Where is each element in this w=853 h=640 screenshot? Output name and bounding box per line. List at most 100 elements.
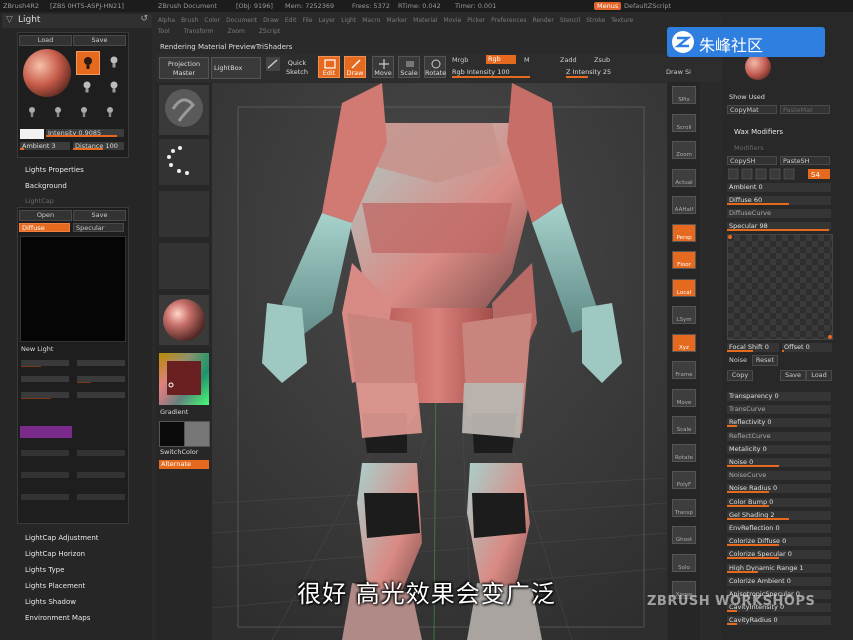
material-preview-sphere[interactable]	[745, 54, 771, 80]
material-thumb[interactable]	[159, 295, 209, 345]
light-bulb-3-icon[interactable]	[76, 77, 98, 97]
curve-save-button[interactable]: Save	[780, 370, 806, 381]
cavity-radius-slider[interactable]: CavityRadius 0	[727, 616, 831, 626]
shelf-ghost-button[interactable]: Ghost	[672, 526, 696, 544]
lightcap-open-button[interactable]: Open	[19, 210, 72, 221]
focal-shift-slider[interactable]: Focal Shift 0	[727, 343, 779, 352]
load-button[interactable]: Load	[19, 35, 72, 46]
reflectivity-slider[interactable]: Reflectivity 0	[727, 418, 831, 428]
diffuse-tab[interactable]: Diffuse	[19, 223, 70, 232]
colorize-diffuse-slider[interactable]: Colorize Diffuse 0	[727, 537, 831, 547]
menu-macro[interactable]: Macro	[362, 17, 380, 24]
alpha-thumb[interactable]	[159, 191, 209, 237]
3d-viewport[interactable]	[212, 83, 667, 640]
z-intensity-slider[interactable]: Z Intensity 25	[566, 68, 636, 78]
secondary-color-swatch[interactable]	[184, 421, 210, 447]
menu-zscript[interactable]: ZScript	[259, 28, 281, 35]
modifiers-item[interactable]: Modifiers	[734, 144, 764, 152]
ambient-slider-right[interactable]: Ambient 0	[727, 183, 831, 192]
menu-layer[interactable]: Layer	[319, 17, 336, 24]
zadd-button[interactable]: Zadd	[560, 56, 577, 64]
menu-light[interactable]: Light	[341, 17, 356, 24]
shelf-rotate-button[interactable]: Rotate	[672, 443, 696, 462]
noise-curve-button[interactable]: Noise	[729, 356, 747, 364]
menu-zoom[interactable]: Zoom	[228, 28, 245, 35]
menu-alpha[interactable]: Alpha	[158, 17, 175, 24]
quick-sketch-button[interactable]: Quick Sketch	[282, 57, 312, 79]
lightcap-adjustment-item[interactable]: LightCap Adjustment	[25, 534, 99, 542]
offset-slider[interactable]: Offset 0	[782, 343, 832, 352]
light-bulb-2-icon[interactable]	[103, 51, 125, 73]
lightcap-color-swatch[interactable]	[20, 426, 72, 438]
shelf-lsym-button[interactable]: LSym	[672, 306, 696, 324]
menu-brush[interactable]: Brush	[181, 17, 198, 24]
current-brush-thumb[interactable]	[159, 85, 209, 135]
lightcap-preview[interactable]	[20, 236, 126, 342]
colorize-specular-slider[interactable]: Colorize Specular 0	[727, 550, 831, 560]
shelf-solo-button[interactable]: Solo	[672, 553, 696, 572]
gradient-button[interactable]: Gradient	[160, 408, 188, 416]
projection-master-button[interactable]: Projection Master	[159, 57, 209, 79]
switchcolor-button[interactable]: SwitchColor	[160, 448, 198, 456]
menu-transform[interactable]: Transform	[184, 28, 214, 35]
shelf-aahalf-button[interactable]: AAHalf	[672, 196, 696, 214]
specular-curve-editor[interactable]	[727, 234, 833, 340]
lightcap-save-button[interactable]: Save	[73, 210, 126, 221]
transcurve-button[interactable]: TransCurve	[727, 405, 831, 415]
copy-button[interactable]: Copy	[727, 370, 753, 381]
distance-slider[interactable]: Distance 100	[73, 142, 124, 150]
diffusecurve-button[interactable]: DiffuseCurve	[727, 209, 831, 218]
menu-preferences[interactable]: Preferences	[491, 17, 526, 24]
shelf-scroll-button[interactable]: Scroll	[672, 113, 696, 132]
draw-button[interactable]: Draw	[344, 56, 366, 78]
wax-modifiers-item[interactable]: Wax Modifiers	[734, 128, 783, 136]
show-used-button[interactable]: Show Used	[729, 93, 765, 101]
menu-edit[interactable]: Edit	[285, 17, 297, 24]
noisecurve-button[interactable]: NoiseCurve	[727, 471, 831, 481]
menu-material[interactable]: Material	[413, 17, 437, 24]
color-picker[interactable]	[159, 353, 209, 405]
specular-tab[interactable]: Specular	[73, 223, 124, 232]
lightcap-horizon-item[interactable]: LightCap Horizon	[25, 550, 85, 558]
noise-slider[interactable]: Noise 0	[727, 458, 831, 467]
background-item[interactable]: Background	[25, 182, 67, 190]
shelf-persp-button[interactable]: Persp	[672, 223, 696, 242]
envreflection-slider[interactable]: EnvReflection 0	[727, 524, 831, 533]
lights-properties-item[interactable]: Lights Properties	[25, 166, 84, 174]
specular-slider[interactable]: Specular 98	[727, 222, 831, 231]
texture-thumb[interactable]	[159, 243, 209, 289]
menu-color[interactable]: Color	[204, 17, 220, 24]
menu-stroke[interactable]: Stroke	[586, 17, 605, 24]
light-bulb-1-icon[interactable]	[76, 51, 100, 75]
copymat-button[interactable]: CopyMat	[727, 105, 777, 114]
refresh-icon[interactable]: ↺	[140, 14, 148, 24]
menus-button[interactable]: Menus	[594, 2, 622, 10]
edit-button[interactable]: Edit	[318, 56, 340, 78]
shelf-actual-button[interactable]: Actual	[672, 168, 696, 187]
menu-marker[interactable]: Marker	[386, 17, 407, 24]
draw-size-slider[interactable]: Draw Si	[666, 68, 691, 76]
shelf-frame-button[interactable]: Frame	[672, 361, 696, 379]
save-button[interactable]: Save	[73, 35, 126, 46]
shelf-local-button[interactable]: Local	[672, 278, 696, 297]
shelf-polyf-button[interactable]: PolyF	[672, 471, 696, 489]
pastesh-button[interactable]: PasteSH	[780, 156, 830, 165]
ambient-slider[interactable]: Ambient 3	[20, 142, 70, 150]
shelf-floor-button[interactable]: Floor	[672, 251, 696, 269]
menu-tool[interactable]: Tool	[158, 28, 170, 35]
menu-file[interactable]: File	[302, 17, 312, 24]
light-palette-header[interactable]: ▽ Light ↺	[2, 14, 152, 28]
copysh-button[interactable]: CopySH	[727, 156, 777, 165]
lights-type-item[interactable]: Lights Type	[25, 566, 64, 574]
menu-draw[interactable]: Draw	[263, 17, 279, 24]
color-bump-slider[interactable]: Color Bump 0	[727, 497, 831, 507]
pastemat-button[interactable]: PasteMat	[780, 105, 830, 114]
menu-texture[interactable]: Texture	[611, 17, 633, 24]
reflectcurve-button[interactable]: ReflectCurve	[727, 431, 831, 441]
menu-stencil[interactable]: Stencil	[560, 17, 580, 24]
stroke-thumb[interactable]	[159, 139, 209, 185]
m-button[interactable]: M	[524, 56, 530, 64]
light-color-swatch[interactable]	[20, 129, 44, 139]
collapse-icon[interactable]: ▽	[6, 15, 13, 25]
shelf-scale-button[interactable]: Scale	[672, 416, 696, 434]
